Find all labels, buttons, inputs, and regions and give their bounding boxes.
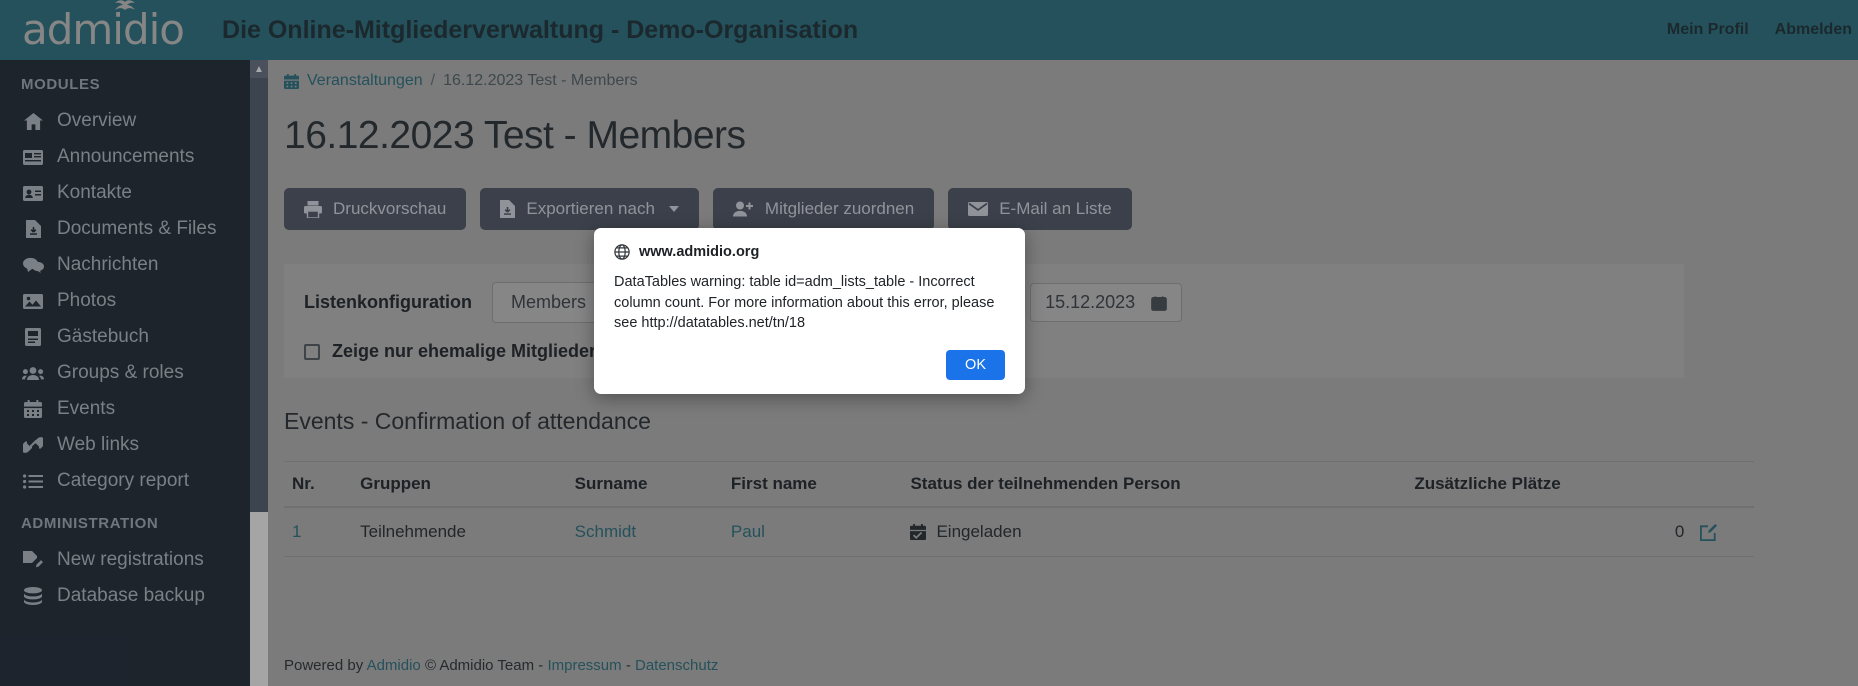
- dialog-message: DataTables warning: table id=adm_lists_t…: [614, 272, 1005, 350]
- page-root: admidio Die Online-Mitgliederverwaltung …: [0, 0, 1858, 686]
- globe-icon: [614, 244, 630, 260]
- dialog-actions: OK: [614, 350, 1005, 380]
- dialog-origin: www.admidio.org: [614, 244, 1005, 272]
- dialog-ok-button[interactable]: OK: [946, 350, 1005, 380]
- dialog-origin-text: www.admidio.org: [639, 244, 759, 260]
- browser-alert-dialog: www.admidio.org DataTables warning: tabl…: [594, 228, 1025, 394]
